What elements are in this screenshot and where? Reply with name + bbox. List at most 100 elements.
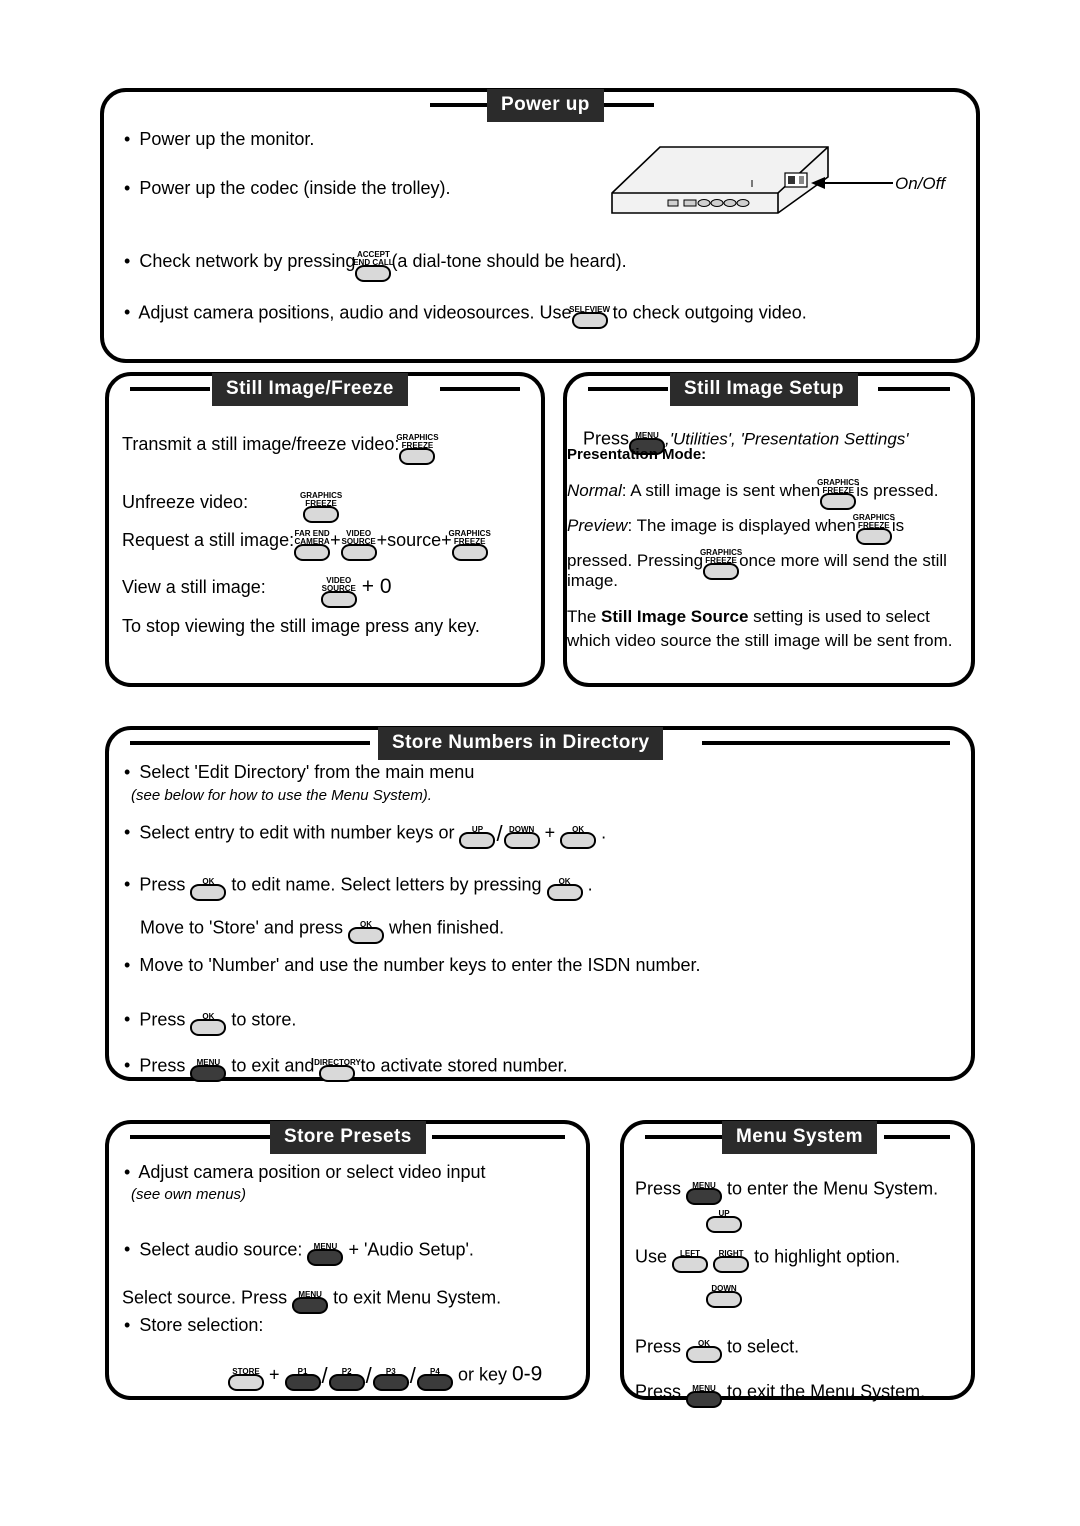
down-key[interactable]: DOWN	[706, 1285, 742, 1309]
ok-key[interactable]: OK	[190, 1012, 227, 1036]
sis-note-line: The Still Image Source setting is used t…	[567, 605, 967, 653]
video-source-key-label: VIDEO SOURCE	[341, 529, 376, 546]
directory-key[interactable]: DIRECTORY	[314, 1058, 361, 1082]
selfview-key[interactable]: SELFVIEW	[569, 305, 610, 329]
video-source-key[interactable]: VIDEO SOURCE	[340, 529, 377, 561]
sis-normal-text-2: is pressed.	[856, 480, 939, 500]
bullet: •	[124, 1055, 131, 1076]
key-p1[interactable]: P1	[284, 1358, 321, 1393]
ok-key[interactable]: OK	[348, 920, 384, 944]
key-menu-ms-1[interactable]: MENU	[686, 1172, 723, 1207]
key-far-end-camera[interactable]: FAR END CAMERA	[294, 519, 331, 563]
preset-1-key[interactable]: P1	[284, 1367, 321, 1391]
key-menu-sp-1[interactable]: MENU	[307, 1233, 344, 1268]
snd-text-4b: when finished.	[389, 917, 505, 938]
key-video-source-2[interactable]: VIDEO SOURCE	[320, 566, 357, 610]
sp-slash-2: /	[365, 1362, 372, 1388]
key-ok-snd-5[interactable]: OK	[190, 1003, 227, 1038]
sp-line-5: STORE + P1 / P2 / P3 / P4 or key 0-9	[228, 1358, 588, 1393]
menu-key-label: MENU	[692, 1383, 716, 1393]
snd-line-3: • Press OK to edit name. Select letters …	[124, 868, 884, 903]
key-menu-snd[interactable]: MENU	[190, 1049, 227, 1084]
down-key-label: DOWN	[711, 1284, 737, 1294]
sif-line-3: Request a still image: FAR END CAMERA + VIDE…	[122, 519, 542, 563]
menu-key[interactable]: MENU	[686, 1181, 723, 1205]
source-label: SOURCE	[341, 536, 376, 546]
key-graphics-freeze-1[interactable]: GRAPHICS FREEZE	[396, 423, 439, 467]
selfview-key-label: SELFVIEW	[569, 304, 611, 314]
preset-3-key[interactable]: P3	[372, 1367, 409, 1391]
sis-preview-line2: pressed. Pressing GRAPHICS FREEZE once more…	[567, 540, 967, 583]
snd-period-2: .	[587, 874, 593, 895]
key-left-ms[interactable]: LEFT	[672, 1240, 709, 1275]
left-key[interactable]: LEFT	[672, 1249, 709, 1273]
sif-line-5: To stop viewing the still image press an…	[122, 614, 542, 638]
key-ok-snd-3[interactable]: OK	[546, 868, 583, 903]
key-graphics-freeze-sis-3[interactable]: GRAPHICS FREEZE	[700, 540, 742, 583]
down-key[interactable]: DOWN	[503, 825, 540, 849]
right-key-label: RIGHT	[718, 1248, 744, 1258]
graphics-freeze-key[interactable]: GRAPHICS FREEZE	[700, 549, 742, 581]
sp-text-2b: + 'Audio Setup'.	[348, 1239, 474, 1260]
key-selfview-wrap[interactable]: SELFVIEW	[569, 296, 610, 331]
snd-line-2: • Select entry to edit with number keys …	[124, 816, 884, 851]
far-end-camera-key[interactable]: FAR END CAMERA	[294, 529, 331, 561]
key-store-sp[interactable]: STORE	[228, 1358, 264, 1393]
menu-key[interactable]: MENU	[686, 1384, 723, 1408]
power-up-text-4b: to check outgoing video.	[612, 302, 807, 323]
ok-key-label: OK	[558, 876, 571, 886]
end-call-key[interactable]: ACCEPT END CALL	[353, 250, 394, 282]
key-p2[interactable]: P2	[328, 1358, 365, 1393]
sis-preview-text-3: pressed. Pressing	[567, 550, 704, 570]
ok-key[interactable]: OK	[190, 877, 227, 901]
key-right-ms[interactable]: RIGHT	[713, 1240, 750, 1275]
key-down-ms[interactable]: DOWN	[706, 1280, 742, 1309]
snd-period: .	[601, 822, 607, 843]
sis-note-3: which video source the still image will …	[567, 630, 953, 650]
key-ok-snd-4[interactable]: OK	[348, 911, 384, 946]
key-video-source-1[interactable]: VIDEO SOURCE	[340, 519, 377, 563]
menu-key-label: MENU	[298, 1289, 322, 1299]
up-key[interactable]: UP	[459, 825, 496, 849]
store-key[interactable]: STORE	[228, 1367, 264, 1391]
key-ok-ms[interactable]: OK	[686, 1330, 723, 1365]
key-up-snd[interactable]: UP	[459, 816, 496, 851]
menu-key[interactable]: MENU	[307, 1242, 344, 1266]
preset-4-key[interactable]: P4	[416, 1367, 453, 1391]
sif-plus-1: +	[330, 529, 341, 550]
panel-title-store-presets: Store Presets	[270, 1121, 426, 1154]
camera-label: CAMERA	[294, 536, 330, 546]
right-key[interactable]: RIGHT	[713, 1249, 750, 1273]
down-key-label: DOWN	[508, 824, 535, 834]
key-directory-snd[interactable]: DIRECTORY	[314, 1049, 361, 1084]
menu-key[interactable]: MENU	[190, 1058, 227, 1082]
sif-rule-right	[440, 387, 520, 391]
key-ok-snd-2[interactable]: OK	[190, 868, 227, 903]
up-key[interactable]: UP	[706, 1210, 742, 1234]
key-end-call-accept[interactable]: ACCEPT END CALL	[353, 240, 394, 284]
key-p3[interactable]: P3	[372, 1358, 409, 1393]
key-down-snd[interactable]: DOWN	[503, 816, 540, 851]
ok-key[interactable]: OK	[686, 1339, 723, 1363]
freeze-label: FREEZE	[401, 440, 434, 450]
ok-key[interactable]: OK	[560, 825, 597, 849]
key-graphics-freeze-3[interactable]: GRAPHICS FREEZE	[449, 519, 491, 563]
graphics-freeze-key[interactable]: GRAPHICS FREEZE	[449, 529, 491, 561]
video-source-key[interactable]: VIDEO SOURCE	[320, 576, 357, 608]
ms-line-2: Use LEFT RIGHT to highlight option.	[635, 1240, 975, 1275]
key-ok-snd-1[interactable]: OK	[560, 816, 597, 851]
sis-preview-line3: image.	[567, 571, 619, 590]
bullet: •	[124, 178, 131, 198]
key-up-ms[interactable]: UP	[706, 1205, 742, 1234]
key-p4[interactable]: P4	[416, 1358, 453, 1393]
key-menu-sp-2[interactable]: MENU	[292, 1281, 329, 1316]
graphics-freeze-key-label: GRAPHICS FREEZE	[300, 491, 342, 508]
store-key-label: STORE	[232, 1366, 260, 1376]
ok-key[interactable]: OK	[546, 877, 583, 901]
graphics-freeze-key[interactable]: GRAPHICS FREEZE	[396, 433, 439, 465]
sis-preview-text-4: once more will send the still	[739, 550, 947, 570]
graphics-freeze-key-label: GRAPHICS FREEZE	[817, 479, 859, 495]
preset-2-key[interactable]: P2	[328, 1367, 365, 1391]
menu-key[interactable]: MENU	[292, 1290, 329, 1314]
key-menu-ms-2[interactable]: MENU	[686, 1375, 723, 1410]
